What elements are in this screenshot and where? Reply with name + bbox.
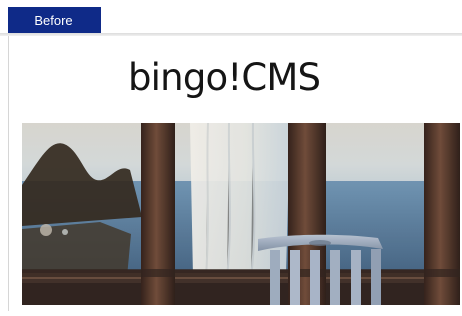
hero-image [22, 123, 460, 305]
window-chair-photo-icon [22, 123, 460, 305]
before-tab[interactable]: Before [8, 7, 101, 34]
bingo-cms-logo: bingo!CMS [128, 56, 321, 99]
before-example-frame: Before bingo!CMS [0, 0, 462, 316]
